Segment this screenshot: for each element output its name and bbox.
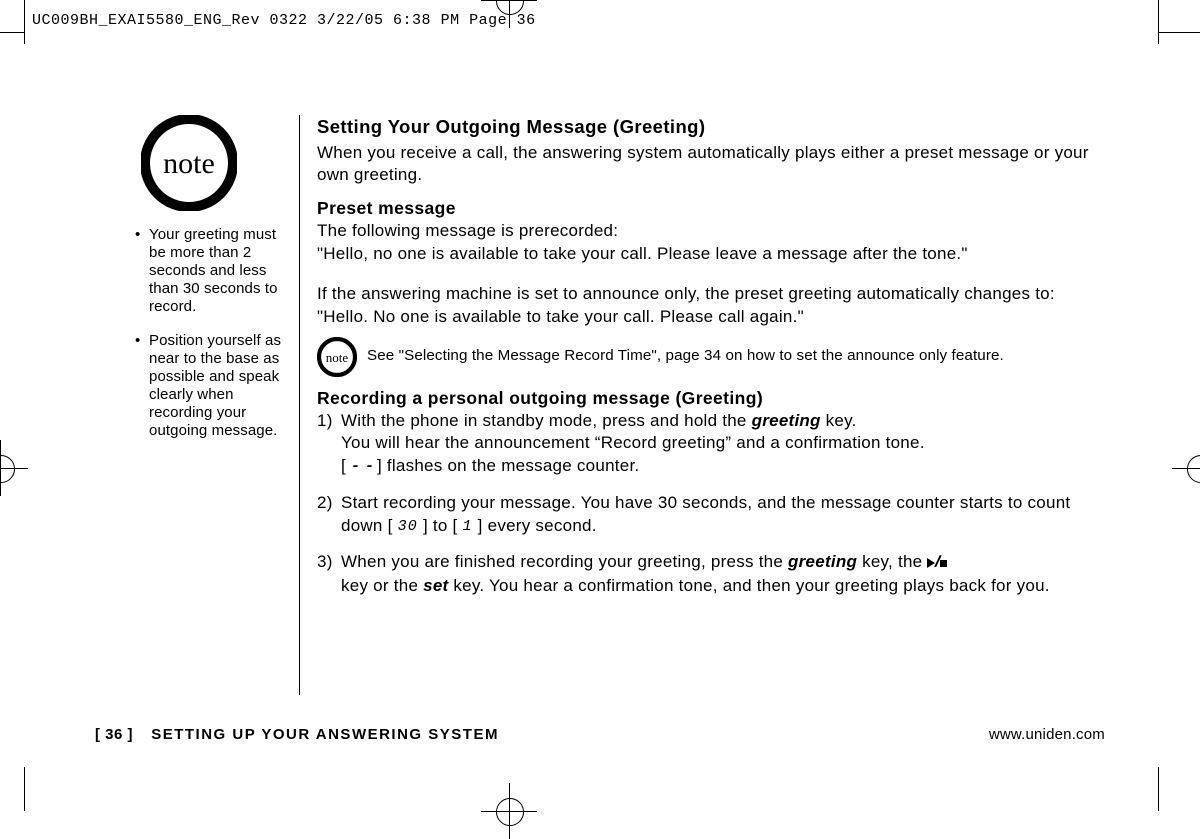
subsection-heading: Recording a personal outgoing message (G… [317,387,1107,410]
body-text: The following message is prerecorded: [317,220,1107,243]
step-item: 1) With the phone in standby mode, press… [317,410,1107,478]
step-number: 2) [317,492,333,515]
body-text: If the answering machine is set to annou… [317,283,1107,306]
seven-segment-dash-icon [351,457,372,477]
step-number: 3) [317,551,333,574]
page-footer: [ 36 ] SETTING UP YOUR ANSWERING SYSTEM … [95,726,1105,743]
footer-url: www.uniden.com [989,726,1105,743]
sidebar: note Your greeting must be more than 2 s… [95,115,285,456]
step-number: 1) [317,410,333,433]
key-label: greeting [752,411,821,430]
sidebar-note-item: Your greeting must be more than 2 second… [135,226,285,316]
intro-text: When you receive a call, the answering s… [317,142,1107,187]
subsection-heading: Preset message [317,197,1107,220]
step-text: You will hear the announcement “Record g… [341,433,925,452]
crop-line [0,32,24,33]
step-text: ] every second. [473,516,597,535]
sidebar-note-item: Position yourself as near to the base as… [135,332,285,440]
svg-text:note: note [326,350,349,365]
step-text: key. You hear a confirmation tone, and t… [448,576,1049,595]
key-label: greeting [788,552,857,571]
crop-target-right [1172,440,1200,496]
key-label: set [423,576,448,595]
crop-target-left [0,440,28,496]
page-number: [ 36 ] [95,726,133,743]
note-icon: note [141,115,237,211]
step-text: key or the [341,576,423,595]
seven-segment-30-icon: 30 [398,517,418,537]
column-divider [299,115,300,695]
step-item: 3) When you are finished recording your … [317,551,1107,597]
seven-segment-1-icon: 1 [463,517,473,537]
sidebar-notes-list: Your greeting must be more than 2 second… [95,226,285,440]
section-heading: Setting Your Outgoing Message (Greeting) [317,115,1107,140]
steps-list: 1) With the phone in standby mode, press… [317,410,1107,598]
svg-text:note: note [163,147,215,180]
step-text: ] to [ [418,516,463,535]
play-stop-icon: / [927,552,947,575]
step-text: key, the [857,552,927,571]
inline-note-text: See "Selecting the Message Record Time",… [367,346,1004,366]
step-text: key. [821,411,857,430]
inline-note-row: note See "Selecting the Message Record T… [317,337,1107,377]
quoted-message: "Hello. No one is available to take your… [317,306,1107,329]
crop-line [1158,0,1159,44]
quoted-message: "Hello, no one is available to take your… [317,243,1107,266]
main-column: Setting Your Outgoing Message (Greeting)… [317,115,1107,612]
crop-target-bottom [481,783,537,839]
crop-line [1158,767,1159,811]
section-name: SETTING UP YOUR ANSWERING SYSTEM [151,726,499,743]
step-text: [ [341,456,351,475]
step-text: ] flashes on the message counter. [372,456,639,475]
step-text: With the phone in standby mode, press an… [341,411,752,430]
step-text: When you are finished recording your gre… [341,552,788,571]
crop-line [24,0,25,44]
note-icon: note [317,337,357,377]
crop-line [24,767,25,811]
crop-line [1158,32,1200,33]
step-item: 2) Start recording your message. You hav… [317,492,1107,538]
crop-target-top [481,0,537,28]
print-job-tag: UC009BH_EXAI5580_ENG_Rev 0322 3/22/05 6:… [32,12,536,29]
page-body: note Your greeting must be more than 2 s… [95,115,1105,715]
